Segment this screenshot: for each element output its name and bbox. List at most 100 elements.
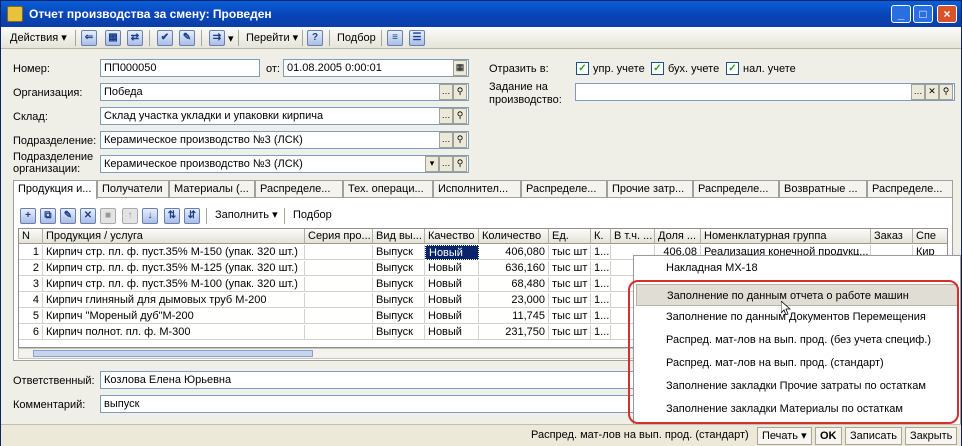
tab-returnable[interactable]: Возвратные ... — [779, 180, 867, 198]
table-cell[interactable] — [305, 245, 373, 260]
back-arrow-icon[interactable]: ⇐ — [81, 30, 97, 46]
table-cell[interactable]: Новый — [425, 277, 479, 292]
division-field[interactable]: Керамическое производство №3 (ЛСК) — [100, 131, 469, 149]
table-cell[interactable]: тыс шт — [549, 309, 591, 324]
ellipsis-icon[interactable]: … — [439, 108, 453, 124]
select-button[interactable]: Подбор — [332, 29, 381, 47]
table-cell[interactable]: 1... — [591, 293, 611, 308]
tab-recipients[interactable]: Получатели — [97, 180, 169, 198]
production-task-field[interactable] — [575, 83, 955, 101]
tab-products[interactable]: Продукция и... — [13, 180, 97, 199]
warehouse-field[interactable]: Склад участка укладки и упаковки кирпича — [100, 107, 469, 125]
sort-desc-icon[interactable]: ⇵ — [184, 208, 200, 224]
column-header[interactable]: Номенклатурная группа — [701, 229, 871, 244]
column-header[interactable]: В т.ч. ... — [611, 229, 655, 244]
structure-icon[interactable]: ▦ — [105, 30, 121, 46]
end-edit-icon[interactable]: ■ — [100, 208, 116, 224]
arrow-up-icon[interactable]: ↑ — [122, 208, 138, 224]
last-print-action[interactable]: Распред. мат-лов на вып. прод. (стандарт… — [531, 429, 749, 441]
table-cell[interactable]: Кирпич стр. пл. ф. пуст.35% М-125 (упак.… — [43, 261, 305, 276]
column-header[interactable]: Серия про... — [305, 229, 373, 244]
table-cell[interactable]: Новый — [425, 261, 479, 276]
fill-menu-button[interactable]: Заполнить ▾ — [210, 206, 283, 224]
table-cell[interactable]: тыс шт — [549, 293, 591, 308]
chevron-down-icon[interactable]: ▾ — [425, 156, 439, 172]
list-icon[interactable]: ≡ — [387, 30, 403, 46]
table-cell[interactable]: 231,750 — [479, 325, 549, 340]
calendar-icon[interactable]: ▦ — [453, 60, 467, 76]
sort-asc-icon[interactable]: ⇅ — [164, 208, 180, 224]
table-cell[interactable]: Новый — [425, 309, 479, 324]
table-cell[interactable]: 1... — [591, 325, 611, 340]
table-cell[interactable]: Новый — [425, 245, 479, 260]
date-field[interactable]: 01.08.2005 0:00:01 — [283, 59, 469, 77]
column-header[interactable]: Качество — [425, 229, 479, 244]
table-cell[interactable]: 2 — [19, 261, 43, 276]
ellipsis-icon[interactable]: … — [911, 84, 925, 100]
copy-row-icon[interactable]: ⧉ — [40, 208, 56, 224]
tab-other-costs[interactable]: Прочие затр... — [607, 180, 693, 198]
help-icon[interactable]: ? — [307, 30, 323, 46]
menu-item-distribute-no-spec[interactable]: Распред. мат-лов на вып. прод. (без учет… — [636, 329, 958, 351]
ellipsis-icon[interactable]: … — [439, 132, 453, 148]
goto-menu-button[interactable]: Перейти ▾ — [241, 29, 303, 47]
comment-field[interactable]: выпуск — [100, 395, 640, 413]
tab-distribution-4[interactable]: Распределе... — [867, 180, 953, 198]
menu-item-fill-transfer-docs[interactable]: Заполнение по данным Документов Перемеще… — [636, 306, 958, 328]
tab-executors[interactable]: Исполнител... — [433, 180, 521, 198]
search-icon[interactable]: ⚲ — [939, 84, 953, 100]
table-cell[interactable]: 1... — [591, 245, 611, 260]
tab-distribution-1[interactable]: Распределе... — [255, 180, 343, 198]
organization-field[interactable]: Победа — [100, 83, 469, 101]
search-icon[interactable]: ⚲ — [453, 156, 467, 172]
table-cell[interactable]: Выпуск — [373, 261, 425, 276]
ellipsis-icon[interactable]: … — [439, 156, 453, 172]
table-cell[interactable]: 636,160 — [479, 261, 549, 276]
tab-distribution-2[interactable]: Распределе... — [521, 180, 607, 198]
table-cell[interactable]: тыс шт — [549, 277, 591, 292]
arrow-down-icon[interactable]: ↓ — [142, 208, 158, 224]
add-row-icon[interactable]: + — [20, 208, 36, 224]
reflect-mgmt-checkbox[interactable]: ✓ — [576, 62, 589, 75]
table-cell[interactable]: тыс шт — [549, 325, 591, 340]
print-menu-button[interactable]: Печать ▾ — [757, 427, 812, 445]
menu-item-fill-materials[interactable]: Заполнение закладки Материалы по остатка… — [636, 398, 958, 420]
table-cell[interactable]: 1... — [591, 309, 611, 324]
column-header[interactable]: Продукция / услуга — [43, 229, 305, 244]
table-cell[interactable] — [305, 309, 373, 324]
chevron-down-icon[interactable]: ▾ — [228, 32, 234, 45]
refresh-icon[interactable]: ⇄ — [127, 30, 143, 46]
actions-menu-button[interactable]: Действия ▾ — [5, 29, 72, 47]
org-division-field[interactable]: Керамическое производство №3 (ЛСК) — [100, 155, 469, 173]
column-header[interactable]: Заказ — [871, 229, 913, 244]
close-window-button[interactable]: × — [937, 5, 957, 23]
table-cell[interactable]: тыс шт — [549, 245, 591, 260]
table-select-button[interactable]: Подбор — [288, 206, 337, 224]
column-header[interactable]: Вид вы... — [373, 229, 425, 244]
table-cell[interactable]: 5 — [19, 309, 43, 324]
scrollbar-thumb[interactable] — [33, 350, 313, 357]
table-cell[interactable] — [305, 261, 373, 276]
table-cell[interactable]: Выпуск — [373, 325, 425, 340]
table-cell[interactable]: Кирпич стр. пл. ф. пуст.35% М-100 (упак.… — [43, 277, 305, 292]
close-button[interactable]: Закрыть — [905, 427, 958, 445]
table-cell[interactable]: Кирпич глиняный для дымовых труб М-200 — [43, 293, 305, 308]
number-field[interactable]: ПП000050 — [100, 59, 260, 77]
delete-row-icon[interactable]: ✕ — [80, 208, 96, 224]
table-cell[interactable]: 6 — [19, 325, 43, 340]
menu-item-fill-other-costs[interactable]: Заполнение закладки Прочие затраты по ос… — [636, 375, 958, 397]
table-cell[interactable]: 4 — [19, 293, 43, 308]
column-header[interactable]: Количество — [479, 229, 549, 244]
search-icon[interactable]: ⚲ — [453, 84, 467, 100]
table-cell[interactable]: Кирпич стр. пл. ф. пуст.35% М-150 (упак.… — [43, 245, 305, 260]
column-header[interactable]: Ед. — [549, 229, 591, 244]
ok-button[interactable]: OK — [815, 427, 842, 445]
table-cell[interactable]: 68,480 — [479, 277, 549, 292]
search-icon[interactable]: ⚲ — [453, 108, 467, 124]
table-cell[interactable]: 11,745 — [479, 309, 549, 324]
clear-icon[interactable]: ✕ — [925, 84, 939, 100]
table-cell[interactable]: 406,080 — [479, 245, 549, 260]
post-document-icon[interactable]: ✔ — [157, 30, 173, 46]
table-cell[interactable]: Новый — [425, 325, 479, 340]
ellipsis-icon[interactable]: … — [439, 84, 453, 100]
